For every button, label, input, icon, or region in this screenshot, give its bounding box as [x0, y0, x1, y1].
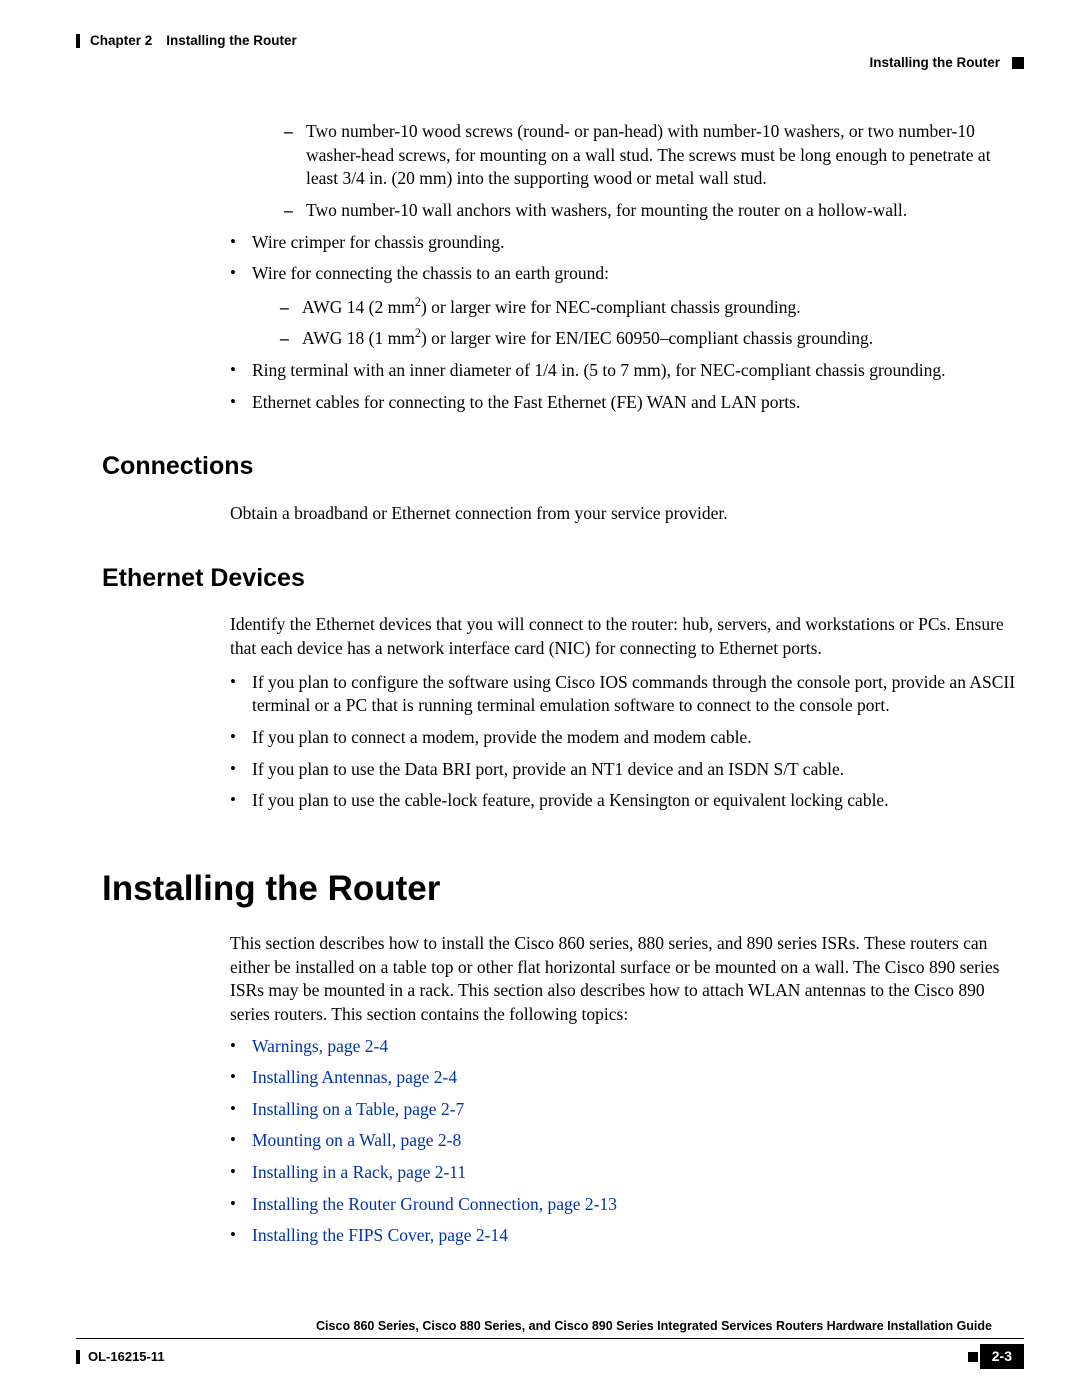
list-item: Warnings, page 2-4	[230, 1035, 1024, 1059]
list-item: Wire crimper for chassis grounding.	[230, 231, 1024, 255]
list-item: Ethernet cables for connecting to the Fa…	[230, 391, 1024, 415]
chapter-title: Installing the Router	[166, 32, 297, 50]
list-item: Installing in a Rack, page 2-11	[230, 1161, 1024, 1185]
top-bullet-list: Wire crimper for chassis grounding. Wire…	[102, 231, 1024, 415]
footer-end-marker-icon	[968, 1352, 978, 1362]
list-item: If you plan to configure the software us…	[230, 671, 1024, 718]
header-chapter: Chapter 2 Installing the Router	[76, 32, 1024, 50]
list-item: Installing the FIPS Cover, page 2-14	[230, 1224, 1024, 1248]
footer-doc-number: OL-16215-11	[76, 1348, 165, 1366]
page-header: Chapter 2 Installing the Router Installi…	[76, 32, 1024, 50]
connections-paragraph: Obtain a broadband or Ethernet connectio…	[230, 502, 1024, 526]
list-item: If you plan to use the cable-lock featur…	[230, 789, 1024, 813]
footer-book-title: Cisco 860 Series, Cisco 880 Series, and …	[76, 1318, 1024, 1335]
link-warnings[interactable]: Warnings, page 2-4	[252, 1036, 388, 1056]
list-item: If you plan to connect a modem, provide …	[230, 726, 1024, 750]
heading-connections: Connections	[102, 450, 1024, 484]
footer-page-number-wrap: 2-3	[968, 1344, 1024, 1369]
sub-bullet-list-screws: Two number-10 wood screws (round- or pan…	[256, 120, 1024, 223]
list-item: Installing the Router Ground Connection,…	[230, 1193, 1024, 1217]
list-item: Two number-10 wall anchors with washers,…	[284, 199, 1024, 223]
page-number: 2-3	[980, 1344, 1024, 1369]
list-item: AWG 18 (1 mm2) or larger wire for EN/IEC…	[280, 327, 1024, 351]
list-item: Installing on a Table, page 2-7	[230, 1098, 1024, 1122]
chapter-label: Chapter 2	[90, 32, 152, 50]
list-item: Two number-10 wood screws (round- or pan…	[284, 120, 1024, 191]
ethernet-paragraph: Identify the Ethernet devices that you w…	[230, 613, 1024, 660]
list-item: Mounting on a Wall, page 2-8	[230, 1129, 1024, 1153]
header-marker-icon	[1012, 57, 1024, 69]
list-item: If you plan to use the Data BRI port, pr…	[230, 758, 1024, 782]
list-item: Wire for connecting the chassis to an ea…	[230, 262, 1024, 351]
link-installing-rack[interactable]: Installing in a Rack, page 2-11	[252, 1162, 466, 1182]
section-label: Installing the Router	[869, 54, 1000, 72]
installing-links-list: Warnings, page 2-4 Installing Antennas, …	[102, 1035, 1024, 1248]
ethernet-bullet-list: If you plan to configure the software us…	[102, 671, 1024, 813]
footer-bottom-row: OL-16215-11 2-3	[76, 1344, 1024, 1369]
heading-installing-router: Installing the Router	[102, 865, 1024, 912]
wire-sub-list: AWG 14 (2 mm2) or larger wire for NEC-co…	[252, 296, 1024, 351]
link-installing-table[interactable]: Installing on a Table, page 2-7	[252, 1099, 464, 1119]
body-content: Two number-10 wood screws (round- or pan…	[102, 120, 1024, 1256]
link-installing-antennas[interactable]: Installing Antennas, page 2-4	[252, 1067, 457, 1087]
link-ground-connection[interactable]: Installing the Router Ground Connection,…	[252, 1194, 617, 1214]
footer-rule	[76, 1338, 1024, 1339]
header-bar-icon	[76, 34, 80, 48]
list-item: AWG 14 (2 mm2) or larger wire for NEC-co…	[280, 296, 1024, 320]
link-fips-cover[interactable]: Installing the FIPS Cover, page 2-14	[252, 1225, 508, 1245]
installing-paragraph: This section describes how to install th…	[230, 932, 1024, 1027]
heading-ethernet-devices: Ethernet Devices	[102, 562, 1024, 596]
header-section: Installing the Router	[869, 54, 1024, 72]
footer-bar-icon	[76, 1350, 80, 1364]
page-footer: Cisco 860 Series, Cisco 880 Series, and …	[76, 1318, 1024, 1369]
list-item: Ring terminal with an inner diameter of …	[230, 359, 1024, 383]
link-mounting-wall[interactable]: Mounting on a Wall, page 2-8	[252, 1130, 461, 1150]
list-item: Installing Antennas, page 2-4	[230, 1066, 1024, 1090]
